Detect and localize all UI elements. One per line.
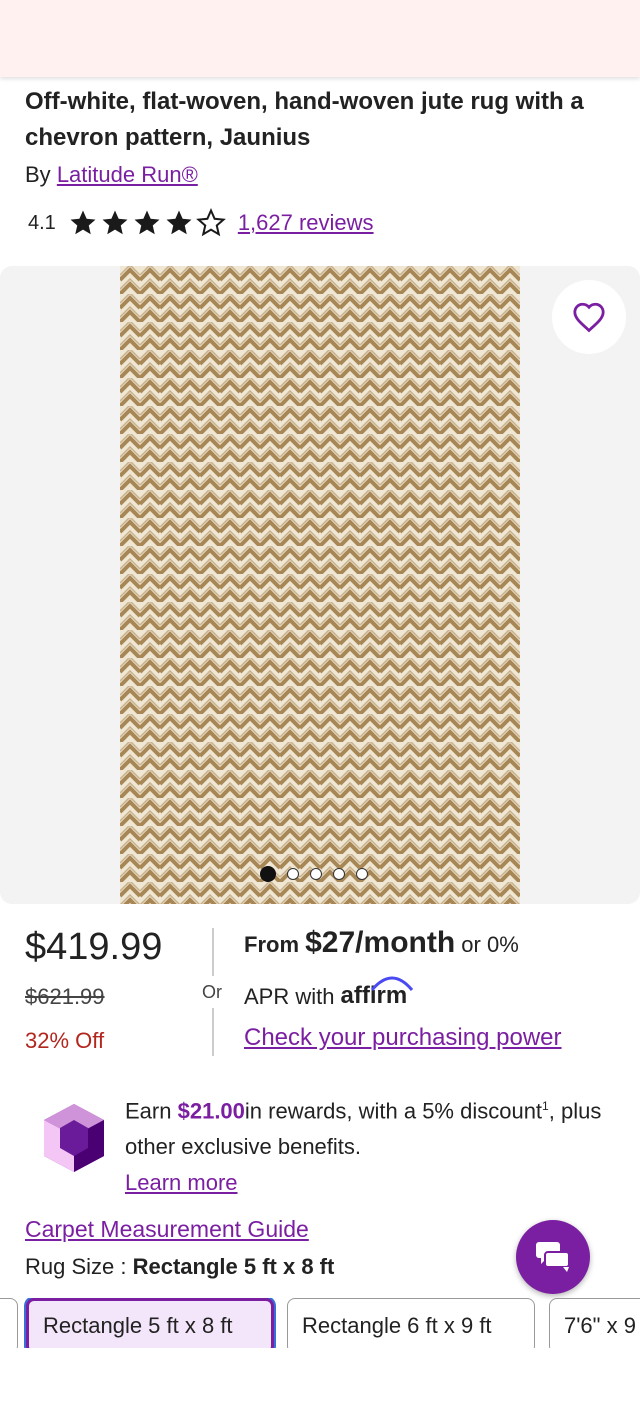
rug-size-label: Rug Size : Rectangle 5 ft x 8 ft [25, 1254, 334, 1280]
heart-icon [573, 302, 605, 333]
carousel-dot[interactable] [333, 868, 345, 880]
financing-line: From $27/month or 0% [244, 926, 519, 960]
carousel-dot[interactable] [260, 866, 276, 882]
rating-row: 4.1 1,627 reviews [28, 206, 374, 240]
footnote-mark: 1 [542, 1099, 549, 1113]
rating-value: 4.1 [28, 211, 56, 234]
affirm-logo: affirm [340, 976, 414, 1010]
star-filled-icon [70, 210, 96, 235]
apr-with-label: APR with [244, 984, 335, 1009]
monthly-amount: $27/month [305, 926, 456, 959]
or-label: Or [202, 982, 222, 1002]
earn-label: Earn [125, 1098, 172, 1124]
rewards-gem-icon [44, 1104, 104, 1172]
original-price: $621.99 [25, 984, 105, 1009]
carousel-dot[interactable] [310, 868, 322, 880]
carousel-dot[interactable] [356, 868, 368, 880]
affirm-arc-icon [371, 976, 414, 991]
star-empty-icon [195, 208, 226, 237]
carousel-dots [260, 866, 379, 882]
page-bottom-area [0, 1348, 640, 1422]
chat-icon [536, 1242, 570, 1272]
apr-text: or 0% [461, 932, 519, 957]
divider-top [212, 928, 214, 976]
purchasing-power-link[interactable]: Check your purchasing power [244, 1024, 562, 1052]
rewards-text: in rewards, with a 5% discount [244, 1098, 543, 1124]
measurement-guide-link[interactable]: Carpet Measurement Guide [25, 1216, 309, 1243]
size-label: Rug Size : [25, 1254, 133, 1279]
reviews-link[interactable]: 1,627 reviews [238, 210, 374, 236]
rewards-amount: $21.00 [177, 1098, 245, 1124]
brand-line: By Latitude Run® [25, 162, 198, 188]
rug-image [120, 266, 520, 904]
size-options: Rectangle 5 ft x 8 ft Rectangle 6 ft x 9… [0, 1298, 640, 1348]
by-label: By [25, 162, 51, 187]
star-filled-icon [134, 210, 160, 235]
product-title: Off-white, flat-woven, hand-woven jute r… [25, 88, 584, 151]
favorite-button[interactable] [552, 280, 626, 354]
size-option-6x9[interactable]: Rectangle 6 ft x 9 ft [287, 1298, 535, 1348]
size-option-partial-left[interactable] [0, 1298, 18, 1348]
product-image-gallery[interactable] [0, 266, 640, 904]
chat-button[interactable] [516, 1220, 590, 1294]
star-filled-icon [102, 210, 128, 235]
from-label: From [244, 932, 299, 957]
brand-link[interactable]: Latitude Run® [57, 162, 198, 187]
sale-price: $419.99 [25, 926, 163, 968]
size-selected: Rectangle 5 ft x 8 ft [132, 1254, 335, 1279]
carousel-dot[interactable] [287, 868, 299, 880]
rewards-message: Earn $21.00in rewards, with a 5% discoun… [125, 1088, 615, 1201]
discount-label: 32% Off [25, 1028, 105, 1053]
divider-bottom [212, 1008, 214, 1056]
learn-more-link[interactable]: Learn more [125, 1170, 238, 1195]
size-option-5x8[interactable]: Rectangle 5 ft x 8 ft [26, 1298, 274, 1348]
star-rating [68, 208, 228, 238]
top-header-bar [0, 0, 640, 77]
size-option-7x9[interactable]: 7'6" x 9 [549, 1298, 640, 1348]
star-filled-icon [166, 210, 192, 235]
affirm-line: APR with affirm [244, 976, 414, 1010]
